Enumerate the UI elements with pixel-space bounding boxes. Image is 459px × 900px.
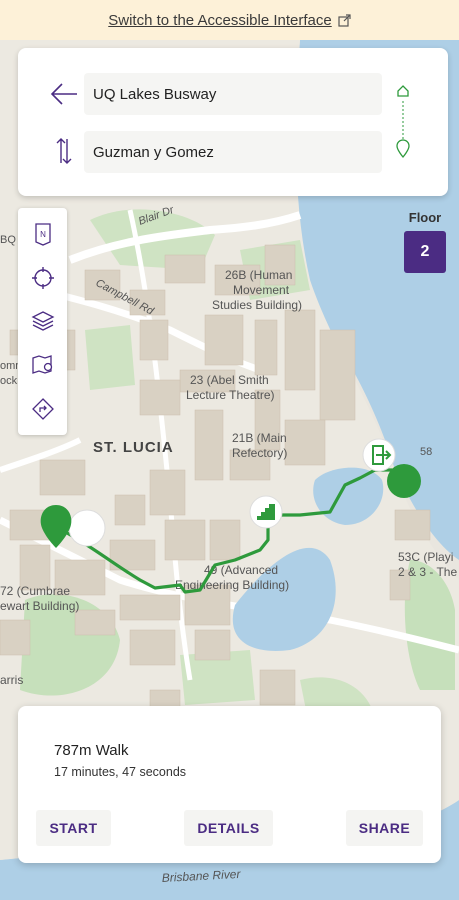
- share-button[interactable]: SHARE: [346, 810, 423, 846]
- map-label-as2: Lecture Theatre): [186, 388, 275, 402]
- map-label-58: 58: [420, 446, 432, 458]
- map-toolbar: N: [18, 208, 67, 435]
- accessible-interface-link[interactable]: Switch to the Accessible Interface: [108, 11, 351, 29]
- floor-button[interactable]: 2: [404, 231, 446, 273]
- route-distance: 787m Walk: [54, 742, 129, 759]
- directions-button[interactable]: [29, 395, 57, 423]
- map-label-campus: ST. LUCIA: [93, 439, 174, 456]
- compass-icon: N: [34, 223, 51, 246]
- back-button[interactable]: [48, 78, 80, 110]
- stairs-marker: [249, 495, 283, 529]
- accessible-banner: Switch to the Accessible Interface: [0, 0, 459, 40]
- route-endpoints-icon: [396, 85, 410, 158]
- start-marker-white: [68, 509, 106, 547]
- map-label-hm1: 26B (Human: [225, 268, 292, 282]
- map-label-ock: ock: [0, 375, 18, 387]
- floor-selector: Floor 2: [404, 210, 446, 273]
- map-label-cb2: ewart Building): [0, 599, 79, 613]
- svg-text:N: N: [40, 230, 46, 239]
- compass-button[interactable]: N: [29, 220, 57, 248]
- map-pin-button[interactable]: [29, 351, 57, 379]
- swap-vertical-icon: [56, 138, 72, 164]
- back-arrow-icon: [50, 83, 77, 105]
- route-panel: UQ Lakes Busway Guzman y Gomez: [18, 48, 448, 196]
- origin-field[interactable]: UQ Lakes Busway: [84, 73, 382, 115]
- map-label-hm2: Movement: [233, 283, 290, 297]
- map-label-pl1: 53C (Playi: [398, 550, 453, 564]
- directions-icon: [31, 398, 54, 420]
- map-label-arris: arris: [0, 673, 23, 687]
- map-label-as1: 23 (Abel Smith: [190, 373, 269, 387]
- map-label-mr1: 21B (Main: [232, 431, 287, 445]
- map-pin-icon: [31, 355, 52, 375]
- map-label-bq: BQ: [0, 234, 16, 246]
- route-summary-card: 787m Walk 17 minutes, 47 seconds START D…: [18, 706, 441, 863]
- exit-marker: [362, 438, 396, 472]
- route-duration: 17 minutes, 47 seconds: [54, 765, 187, 779]
- locate-button[interactable]: [29, 264, 57, 292]
- locate-icon: [31, 266, 54, 289]
- floor-label: Floor: [408, 210, 442, 225]
- destination-field[interactable]: Guzman y Gomez: [84, 131, 382, 173]
- external-link-icon: [338, 13, 351, 27]
- destination-marker: [387, 464, 421, 498]
- start-button[interactable]: START: [36, 810, 111, 846]
- swap-button[interactable]: [54, 136, 74, 166]
- map-label-mr2: Refectory): [232, 446, 287, 460]
- details-button[interactable]: DETAILS: [184, 810, 273, 846]
- layers-button[interactable]: [29, 307, 57, 335]
- map-label-cb1: 72 (Cumbrae: [0, 584, 70, 598]
- map-label-hm3: Studies Building): [212, 298, 302, 312]
- map-label-pl2: 2 & 3 - The: [398, 565, 457, 579]
- accessible-link-text: Switch to the Accessible Interface: [108, 11, 332, 29]
- layers-icon: [31, 311, 54, 332]
